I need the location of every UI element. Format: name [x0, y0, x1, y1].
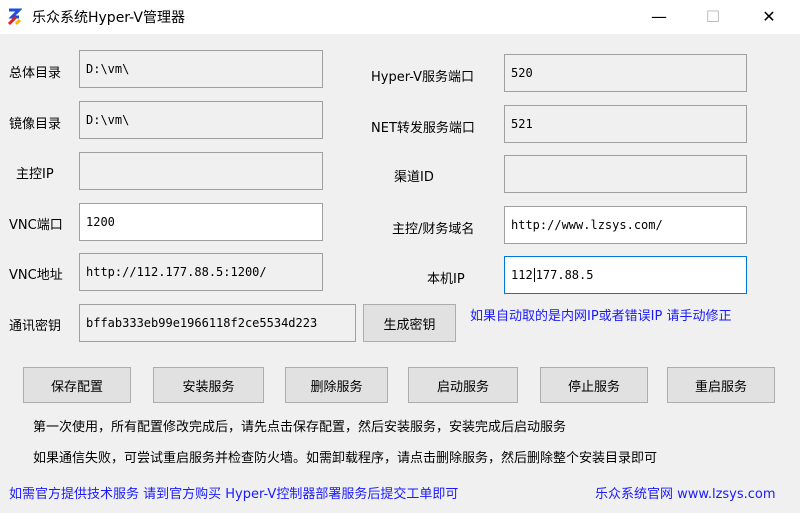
failure-text: 如果通信失败，可尝试重启服务并检查防火墙。如需卸载程序，请点击删除服务，然后删除…	[33, 451, 658, 466]
hyperv-port-input[interactable]: 520	[504, 54, 747, 92]
net-port-label: NET转发服务端口	[371, 121, 475, 136]
image-dir-label: 镜像目录	[9, 117, 62, 132]
image-dir-input[interactable]: D:\vm\	[79, 101, 323, 139]
restart-service-button[interactable]: 重启服务	[667, 367, 775, 403]
ip-hint-text: 如果自动取的是内网IP或者错误IP 请手动修正	[470, 309, 732, 324]
first-use-text: 第一次使用，所有配置修改完成后，请先点击保存配置，然后安装服务，安装完成后启动服…	[33, 420, 567, 435]
vnc-addr-input[interactable]: http://112.177.88.5:1200/	[79, 253, 323, 291]
root-dir-label: 总体目录	[9, 66, 62, 81]
support-link[interactable]: 如需官方提供技术服务 请到官方购买 Hyper-V控制器部署服务后提交工单即可	[9, 483, 458, 502]
window-title: 乐众系统Hyper-V管理器	[32, 10, 185, 26]
local-ip-label: 本机IP	[427, 272, 465, 287]
save-config-button[interactable]: 保存配置	[23, 367, 131, 403]
master-ip-input[interactable]	[79, 152, 323, 190]
install-service-button[interactable]: 安装服务	[153, 367, 264, 403]
app-logo-icon	[7, 8, 22, 26]
domain-input[interactable]: http://www.lzsys.com/	[504, 206, 747, 244]
secret-input[interactable]: bffab333eb99e1966118f2ce5534d223	[79, 304, 356, 342]
vnc-addr-label: VNC地址	[9, 268, 63, 283]
title-bar: 乐众系统Hyper-V管理器 — ☐ ✕	[0, 0, 800, 34]
website-link[interactable]: 乐众系统官网 www.lzsys.com	[595, 483, 776, 502]
minimize-button[interactable]: —	[636, 0, 682, 34]
hyperv-port-label: Hyper-V服务端口	[371, 70, 475, 85]
stop-service-button[interactable]: 停止服务	[540, 367, 648, 403]
text-caret	[533, 268, 535, 282]
start-service-button[interactable]: 启动服务	[408, 367, 518, 403]
root-dir-input[interactable]: D:\vm\	[79, 50, 323, 88]
delete-service-button[interactable]: 删除服务	[285, 367, 388, 403]
channel-id-input[interactable]	[504, 155, 747, 193]
local-ip-input[interactable]: 112 177.88.5	[504, 256, 747, 294]
channel-id-label: 渠道ID	[394, 170, 434, 185]
maximize-button[interactable]: ☐	[690, 0, 736, 34]
master-ip-label: 主控IP	[16, 167, 54, 182]
local-ip-text-end: 177.88.5	[535, 268, 594, 282]
vnc-port-label: VNC端口	[9, 218, 63, 233]
vnc-port-input[interactable]: 1200	[79, 203, 323, 241]
local-ip-text-start: 112	[511, 268, 533, 282]
generate-key-button[interactable]: 生成密钥	[363, 304, 456, 342]
secret-label: 通讯密钥	[9, 319, 62, 334]
close-button[interactable]: ✕	[746, 0, 792, 34]
domain-label: 主控/财务域名	[392, 222, 475, 237]
net-port-input[interactable]: 521	[504, 105, 747, 143]
